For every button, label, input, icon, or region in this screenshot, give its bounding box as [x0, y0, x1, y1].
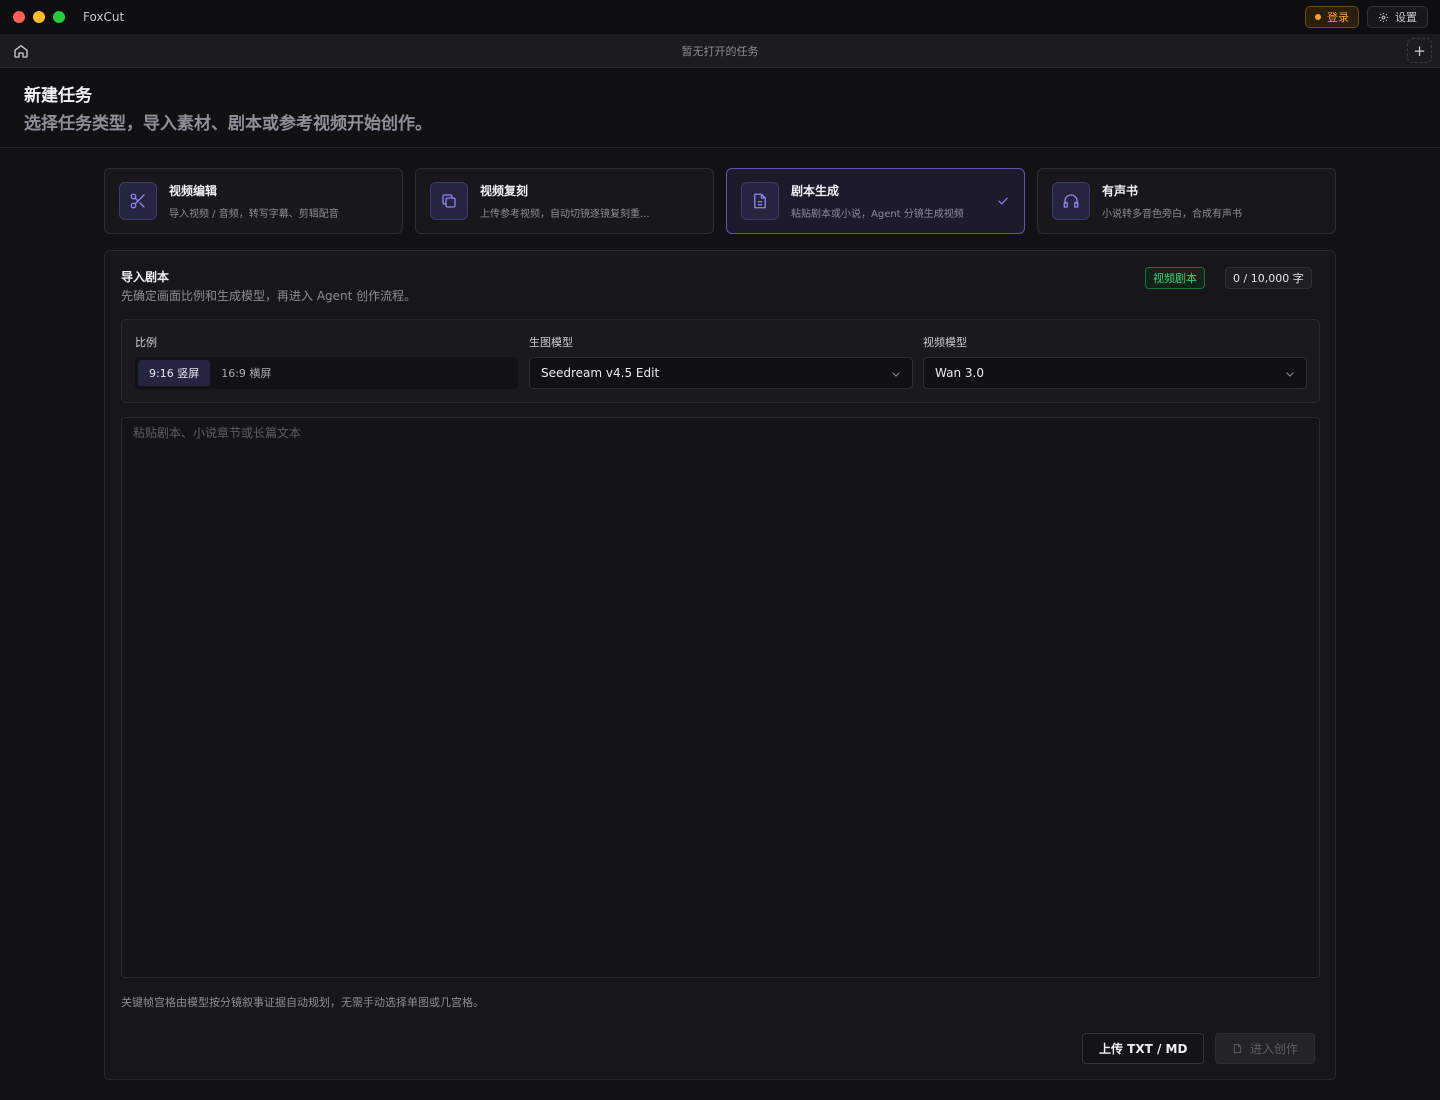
no-open-tasks-text: 暂无打开的任务 [681, 44, 759, 58]
card-desc: 粘贴剧本或小说，Agent 分镜生成视频 [791, 209, 964, 220]
card-desc: 导入视频 / 音频，转写字幕、剪辑配音 [169, 209, 339, 220]
image-model-select[interactable]: Seedream v4.5 Edit [529, 357, 913, 389]
gear-icon [1378, 12, 1389, 22]
video-model-label: 视频模型 [923, 336, 967, 349]
window-controls [13, 11, 65, 23]
task-card-video-remake[interactable]: 视频复刻 上传参考视频，自动切镜逐镜复刻重... [415, 168, 714, 234]
aspect-ratio-toggle: 9:16 竖屏 16:9 横屏 [135, 357, 518, 389]
login-status-dot-icon [1315, 14, 1321, 20]
image-model-value: Seedream v4.5 Edit [541, 366, 660, 380]
chevron-down-icon [1286, 372, 1294, 377]
enter-creation-button[interactable]: 进入创作 [1215, 1033, 1316, 1064]
scissors-icon [130, 193, 145, 209]
card-desc: 上传参考视频，自动切镜逐镜复刻重... [480, 209, 650, 220]
upload-txt-md-button[interactable]: 上传 TXT / MD [1082, 1033, 1205, 1064]
card-title: 有声书 [1102, 184, 1139, 198]
task-card-video-edit[interactable]: 视频编辑 导入视频 / 音频，转写字幕、剪辑配音 [104, 168, 403, 234]
home-icon[interactable] [13, 43, 29, 59]
panel-title: 导入剧本 [121, 270, 170, 284]
card-icon-box [1052, 182, 1090, 220]
task-tabbar: 暂无打开的任务 + [0, 34, 1440, 68]
enter-creation-label: 进入创作 [1250, 1042, 1299, 1056]
settings-label: 设置 [1395, 11, 1417, 24]
keyframe-note: 关键帧宫格由模型按分镜叙事证据自动规划，无需手动选择单图或几宫格。 [121, 996, 484, 1009]
ratio-option-16-9[interactable]: 16:9 横屏 [210, 360, 282, 386]
image-model-label: 生图模型 [529, 336, 573, 349]
window-titlebar: FoxCut 登录 设置 [0, 0, 1440, 34]
task-card-audiobook[interactable]: 有声书 小说转多音色旁白，合成有声书 [1037, 168, 1336, 234]
script-textarea[interactable] [121, 417, 1320, 978]
task-type-cards: 视频编辑 导入视频 / 音频，转写字幕、剪辑配音 视频复刻 上传参考视频，自动切… [104, 168, 1336, 234]
card-title: 视频复刻 [480, 184, 529, 198]
card-desc: 小说转多音色旁白，合成有声书 [1102, 209, 1242, 220]
app-name: FoxCut [83, 10, 125, 24]
card-icon-box [119, 182, 157, 220]
chevron-down-icon [892, 372, 900, 377]
new-tab-button[interactable]: + [1407, 38, 1432, 63]
char-count-badge: 0 / 10,000 字 [1225, 267, 1312, 289]
login-label: 登录 [1327, 11, 1349, 24]
card-icon-box [741, 182, 779, 220]
check-icon [998, 197, 1008, 205]
ratio-option-9-16[interactable]: 9:16 竖屏 [138, 360, 211, 386]
headphones-icon [1063, 194, 1079, 208]
card-icon-box [430, 182, 468, 220]
close-window-button[interactable] [13, 11, 25, 23]
import-script-panel: 导入剧本 先确定画面比例和生成模型，再进入 Agent 创作流程。 视频剧本 0… [104, 250, 1336, 1080]
ratio-label: 比例 [135, 336, 157, 349]
settings-button[interactable]: 设置 [1367, 6, 1428, 28]
script-type-badge: 视频剧本 [1145, 267, 1205, 289]
video-model-value: Wan 3.0 [935, 366, 984, 380]
page-subtitle: 选择任务类型，导入素材、剧本或参考视频开始创作。 [24, 114, 432, 134]
card-title: 视频编辑 [169, 184, 218, 198]
document-icon [1233, 1043, 1242, 1054]
login-button[interactable]: 登录 [1305, 6, 1359, 28]
minimize-window-button[interactable] [33, 11, 45, 23]
maximize-window-button[interactable] [53, 11, 65, 23]
copy-icon [442, 194, 456, 208]
document-icon [754, 193, 766, 209]
video-model-select[interactable]: Wan 3.0 [923, 357, 1307, 389]
page-title: 新建任务 [24, 86, 92, 106]
panel-desc: 先确定画面比例和生成模型，再进入 Agent 创作流程。 [121, 289, 417, 303]
card-title: 剧本生成 [791, 184, 840, 198]
generation-settings: 比例 9:16 竖屏 16:9 横屏 生图模型 Seedream v4.5 Ed… [121, 319, 1320, 403]
task-card-script-generation[interactable]: 剧本生成 粘贴剧本或小说，Agent 分镜生成视频 [726, 168, 1025, 234]
page-header: 新建任务 选择任务类型，导入素材、剧本或参考视频开始创作。 [0, 68, 1440, 148]
